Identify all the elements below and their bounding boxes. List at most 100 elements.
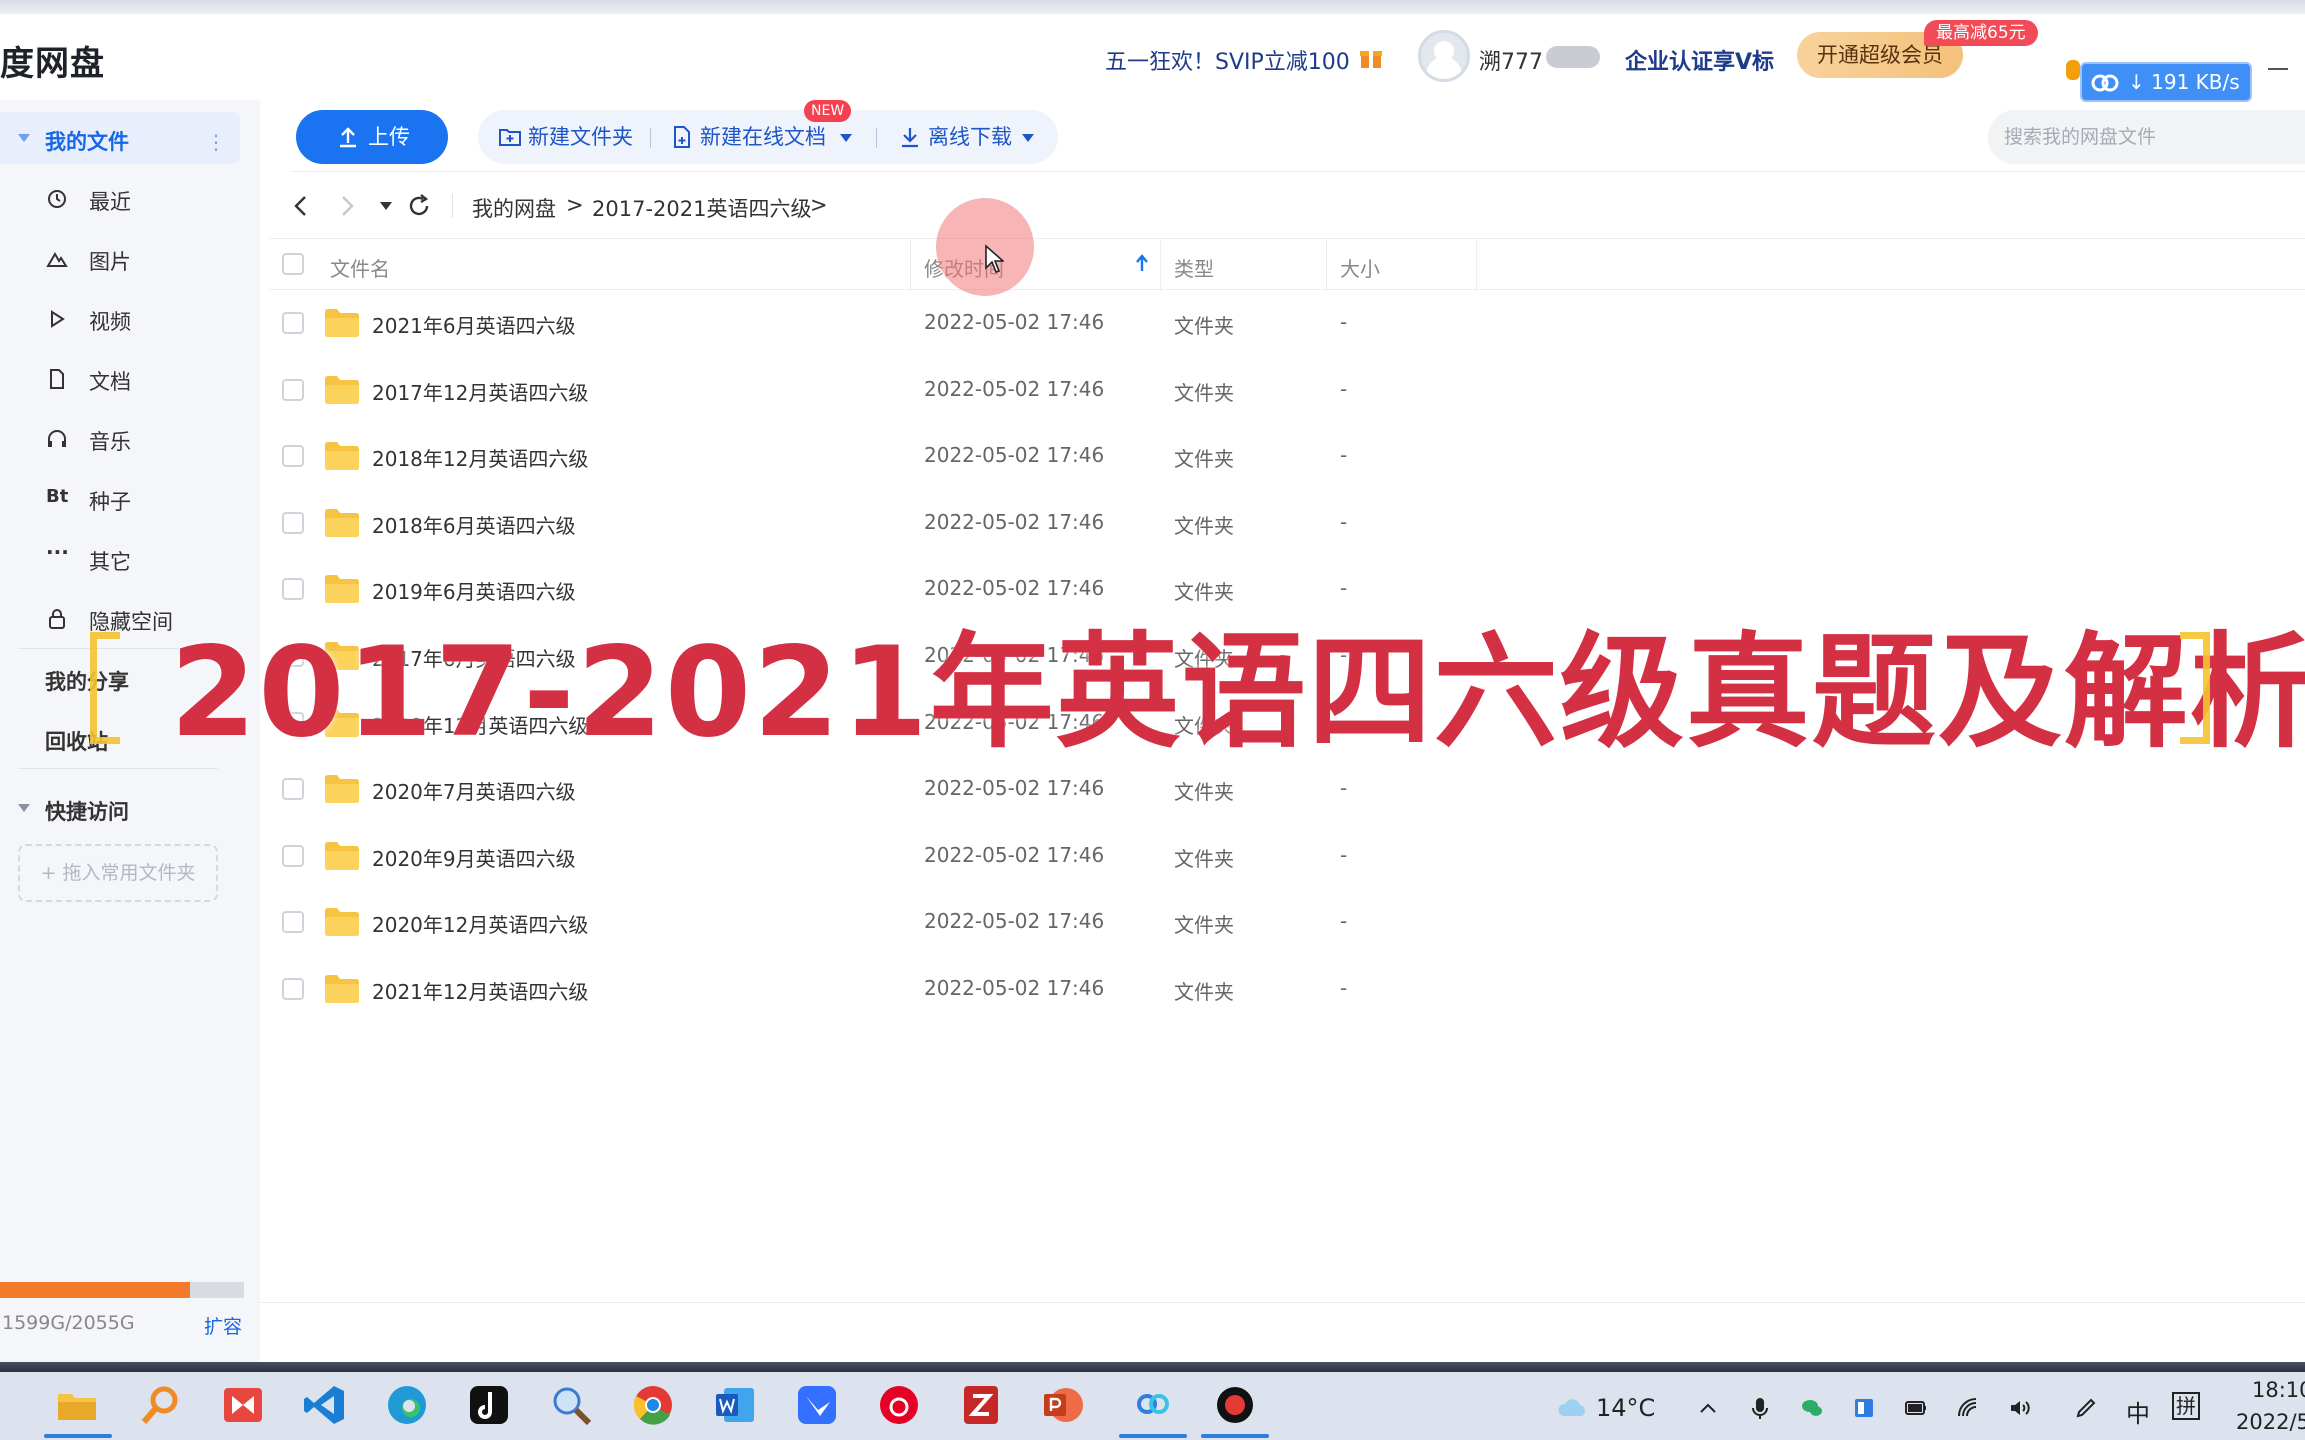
file-name[interactable]: 2017年12月英语四六级 — [372, 377, 588, 406]
battery-icon[interactable] — [1904, 1396, 1928, 1420]
table-row[interactable]: 2018年12月英语四六级 2022-05-02 17:46 文件夹 - — [270, 423, 2305, 489]
file-name[interactable]: 2019年6月英语四六级 — [372, 576, 576, 605]
file-name[interactable]: 2020年12月英语四六级 — [372, 909, 588, 938]
weather-cloud-icon[interactable] — [1556, 1396, 1590, 1420]
avatar[interactable] — [1418, 30, 1470, 82]
file-name[interactable]: 2018年6月英语四六级 — [372, 510, 576, 539]
column-separator[interactable] — [1160, 239, 1161, 291]
sidebar-item-music[interactable]: 音乐 — [0, 412, 240, 464]
winzip-app-icon[interactable] — [958, 1382, 1004, 1428]
column-header-name[interactable]: 文件名 — [330, 253, 390, 282]
volume-icon[interactable] — [2008, 1396, 2032, 1420]
row-checkbox[interactable] — [282, 445, 304, 468]
sidebar-item-torrent[interactable]: Bt 种子 — [0, 472, 240, 524]
wifi-icon[interactable] — [1956, 1396, 1980, 1420]
column-separator[interactable] — [910, 239, 911, 291]
pen-icon[interactable] — [2074, 1396, 2098, 1420]
table-row[interactable]: 2020年12月英语四六级 2022-05-02 17:46 文件夹 - — [270, 889, 2305, 955]
wechat-icon[interactable] — [1800, 1396, 1824, 1420]
history-dropdown-icon[interactable] — [380, 202, 392, 210]
quick-access-drop-zone[interactable]: + 拖入常用文件夹 — [18, 844, 218, 902]
magnifier-app-icon[interactable] — [548, 1382, 594, 1428]
weather-temperature[interactable]: 14°C — [1596, 1394, 1655, 1422]
folder-icon — [325, 908, 359, 937]
folder-icon — [325, 309, 359, 337]
notification-icon[interactable] — [2066, 60, 2080, 80]
video-caption-title: 2017-2021年英语四六级真题及解析 — [170, 621, 2305, 765]
chevron-up-icon[interactable] — [1696, 1396, 1720, 1420]
column-header-size[interactable]: 大小 — [1340, 253, 1380, 282]
promo-link[interactable]: 五一狂欢！SVIP立减100 — [1105, 44, 1350, 76]
feishu-app-icon[interactable] — [794, 1382, 840, 1428]
vscode-icon[interactable] — [302, 1382, 348, 1428]
column-header-type[interactable]: 类型 — [1174, 253, 1214, 282]
table-row[interactable]: 2021年6月英语四六级 2022-05-02 17:46 文件夹 - — [270, 290, 2305, 356]
new-folder-label: 新建文件夹 — [528, 125, 633, 149]
file-name[interactable]: 2020年9月英语四六级 — [372, 843, 576, 872]
sidebar-item-my-files[interactable]: 我的文件 ⋮ — [0, 112, 240, 164]
file-explorer-icon[interactable] — [54, 1382, 100, 1428]
media-app-icon[interactable] — [220, 1382, 266, 1428]
file-name[interactable]: 2018年12月英语四六级 — [372, 443, 588, 472]
username[interactable]: 溯777 — [1479, 44, 1543, 76]
search-input[interactable] — [2004, 110, 2294, 164]
row-checkbox[interactable] — [282, 844, 304, 867]
sidebar-item-label: 图片 — [89, 250, 131, 274]
breadcrumb-root[interactable]: 我的网盘 — [472, 193, 556, 223]
row-checkbox[interactable] — [282, 312, 304, 334]
row-checkbox[interactable] — [282, 911, 304, 934]
table-row[interactable]: 2021年12月英语四六级 2022-05-02 17:46 文件夹 - — [270, 956, 2305, 1022]
ime-language-indicator[interactable]: 中 — [2126, 1394, 2150, 1429]
powerpoint-app-icon[interactable] — [1040, 1382, 1086, 1428]
file-name[interactable]: 2020年7月英语四六级 — [372, 776, 576, 805]
sidebar-quick-access[interactable]: 快捷访问 — [0, 782, 240, 834]
upload-button[interactable]: 上传 — [296, 110, 448, 164]
expand-storage-link[interactable]: 扩容 — [204, 1312, 242, 1339]
chrome-browser-icon[interactable] — [630, 1382, 676, 1428]
clock-date[interactable]: 2022/5 — [2236, 1410, 2305, 1434]
table-row[interactable]: 2018年6月英语四六级 2022-05-02 17:46 文件夹 - — [270, 490, 2305, 556]
netease-music-icon[interactable] — [876, 1382, 922, 1428]
column-separator[interactable] — [1326, 239, 1327, 291]
offline-download-button[interactable]: 离线下载 — [898, 110, 1048, 164]
sort-ascending-icon[interactable] — [1134, 251, 1150, 275]
file-name[interactable]: 2021年6月英语四六级 — [372, 310, 576, 339]
app-tray-icon[interactable] — [1852, 1396, 1876, 1420]
row-checkbox[interactable] — [282, 778, 304, 801]
download-speed-widget[interactable]: ↓ 191 KB/s — [2080, 62, 2252, 102]
file-size: - — [1340, 576, 1348, 601]
breadcrumb-current[interactable]: 2017-2021英语四六级 — [592, 193, 811, 223]
baidu-netdisk-icon[interactable] — [1130, 1382, 1176, 1428]
minimize-icon[interactable] — [2268, 68, 2288, 70]
microphone-icon[interactable] — [1748, 1396, 1772, 1420]
file-name[interactable]: 2021年12月英语四六级 — [372, 976, 588, 1005]
row-checkbox[interactable] — [282, 578, 304, 601]
clock-time[interactable]: 18:10 — [2252, 1378, 2305, 1402]
back-arrow-icon[interactable] — [290, 192, 312, 220]
refresh-icon[interactable] — [406, 192, 432, 220]
row-checkbox[interactable] — [282, 378, 304, 401]
forward-arrow-icon[interactable] — [336, 192, 358, 220]
column-separator[interactable] — [1476, 239, 1477, 291]
gift-icon[interactable] — [1358, 44, 1384, 70]
tiktok-app-icon[interactable] — [466, 1382, 512, 1428]
table-row[interactable]: 2020年9月英语四六级 2022-05-02 17:46 文件夹 - — [270, 823, 2305, 889]
table-row[interactable]: 2019年6月英语四六级 2022-05-02 17:46 文件夹 - — [270, 556, 2305, 622]
sidebar-item-other[interactable]: ··· 其它 — [0, 532, 240, 584]
edge-browser-icon[interactable] — [384, 1382, 430, 1428]
table-row[interactable]: 2017年12月英语四六级 2022-05-02 17:46 文件夹 - — [270, 357, 2305, 423]
sidebar-item-documents[interactable]: 文档 — [0, 352, 240, 404]
search-app-icon[interactable] — [138, 1382, 184, 1428]
sidebar-item-recent[interactable]: 最近 — [0, 172, 240, 224]
select-all-checkbox[interactable] — [282, 253, 304, 275]
file-size: - — [1340, 776, 1348, 801]
enterprise-cert-link[interactable]: 企业认证享V标 — [1625, 44, 1774, 76]
row-checkbox[interactable] — [282, 511, 304, 534]
sidebar-item-videos[interactable]: 视频 — [0, 292, 240, 344]
more-vertical-icon[interactable]: ⋮ — [206, 130, 226, 154]
screen-recorder-icon[interactable] — [1212, 1382, 1258, 1428]
word-app-icon[interactable] — [712, 1382, 758, 1428]
row-checkbox[interactable] — [282, 978, 304, 1000]
ime-mode-indicator[interactable]: 拼 — [2172, 1392, 2200, 1420]
sidebar-item-images[interactable]: 图片 — [0, 232, 240, 284]
